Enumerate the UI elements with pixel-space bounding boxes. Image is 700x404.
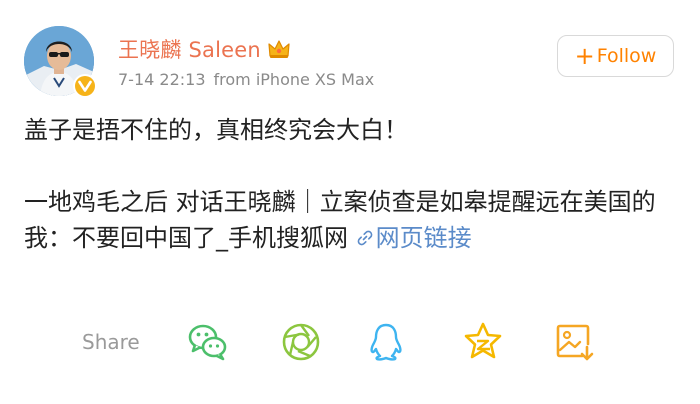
post-body: 盖子是捂不住的，真相终究会大白！ 一地鸡毛之后 对话王晓麟｜立案侦查是如皋提醒远…: [24, 112, 674, 256]
web-link-label: 网页链接: [375, 224, 472, 252]
post-timestamp: 7-14 22:13: [118, 70, 206, 89]
crown-icon[interactable]: [267, 38, 291, 60]
wechat-icon[interactable]: [186, 320, 230, 364]
post-text-body: 一地鸡毛之后 对话王晓麟｜立案侦查是如皋提醒远在美国的我：不要回中国了_手机搜狐…: [24, 188, 656, 252]
post-source: from iPhone XS Max: [213, 70, 375, 89]
qzone-icon[interactable]: [461, 320, 505, 364]
post-text-line-1: 盖子是捂不住的，真相终究会大白！: [24, 116, 408, 144]
post-meta: 7-14 22:13 from iPhone XS Max: [118, 70, 374, 89]
web-link[interactable]: 网页链接: [356, 224, 472, 252]
plus-icon: +: [574, 42, 595, 70]
qq-icon[interactable]: [364, 320, 408, 364]
share-label: Share: [82, 330, 140, 354]
verified-v-icon: [73, 74, 97, 98]
post-header: 王晓麟 Saleen 7-14 22:13 from iPhone XS Max…: [0, 0, 700, 110]
author-name[interactable]: 王晓麟 Saleen: [118, 34, 261, 64]
follow-label: Follow: [596, 45, 657, 67]
author-line: 王晓麟 Saleen: [118, 31, 291, 67]
post-text-line-2: 一地鸡毛之后 对话王晓麟｜立案侦查是如皋提醒远在美国的我：不要回中国了_手机搜狐…: [24, 184, 674, 256]
follow-button[interactable]: + Follow: [557, 35, 674, 77]
link-icon: [356, 221, 374, 246]
share-bar: Share: [0, 318, 700, 368]
moments-icon[interactable]: [279, 320, 323, 364]
save-image-icon[interactable]: [552, 320, 596, 364]
